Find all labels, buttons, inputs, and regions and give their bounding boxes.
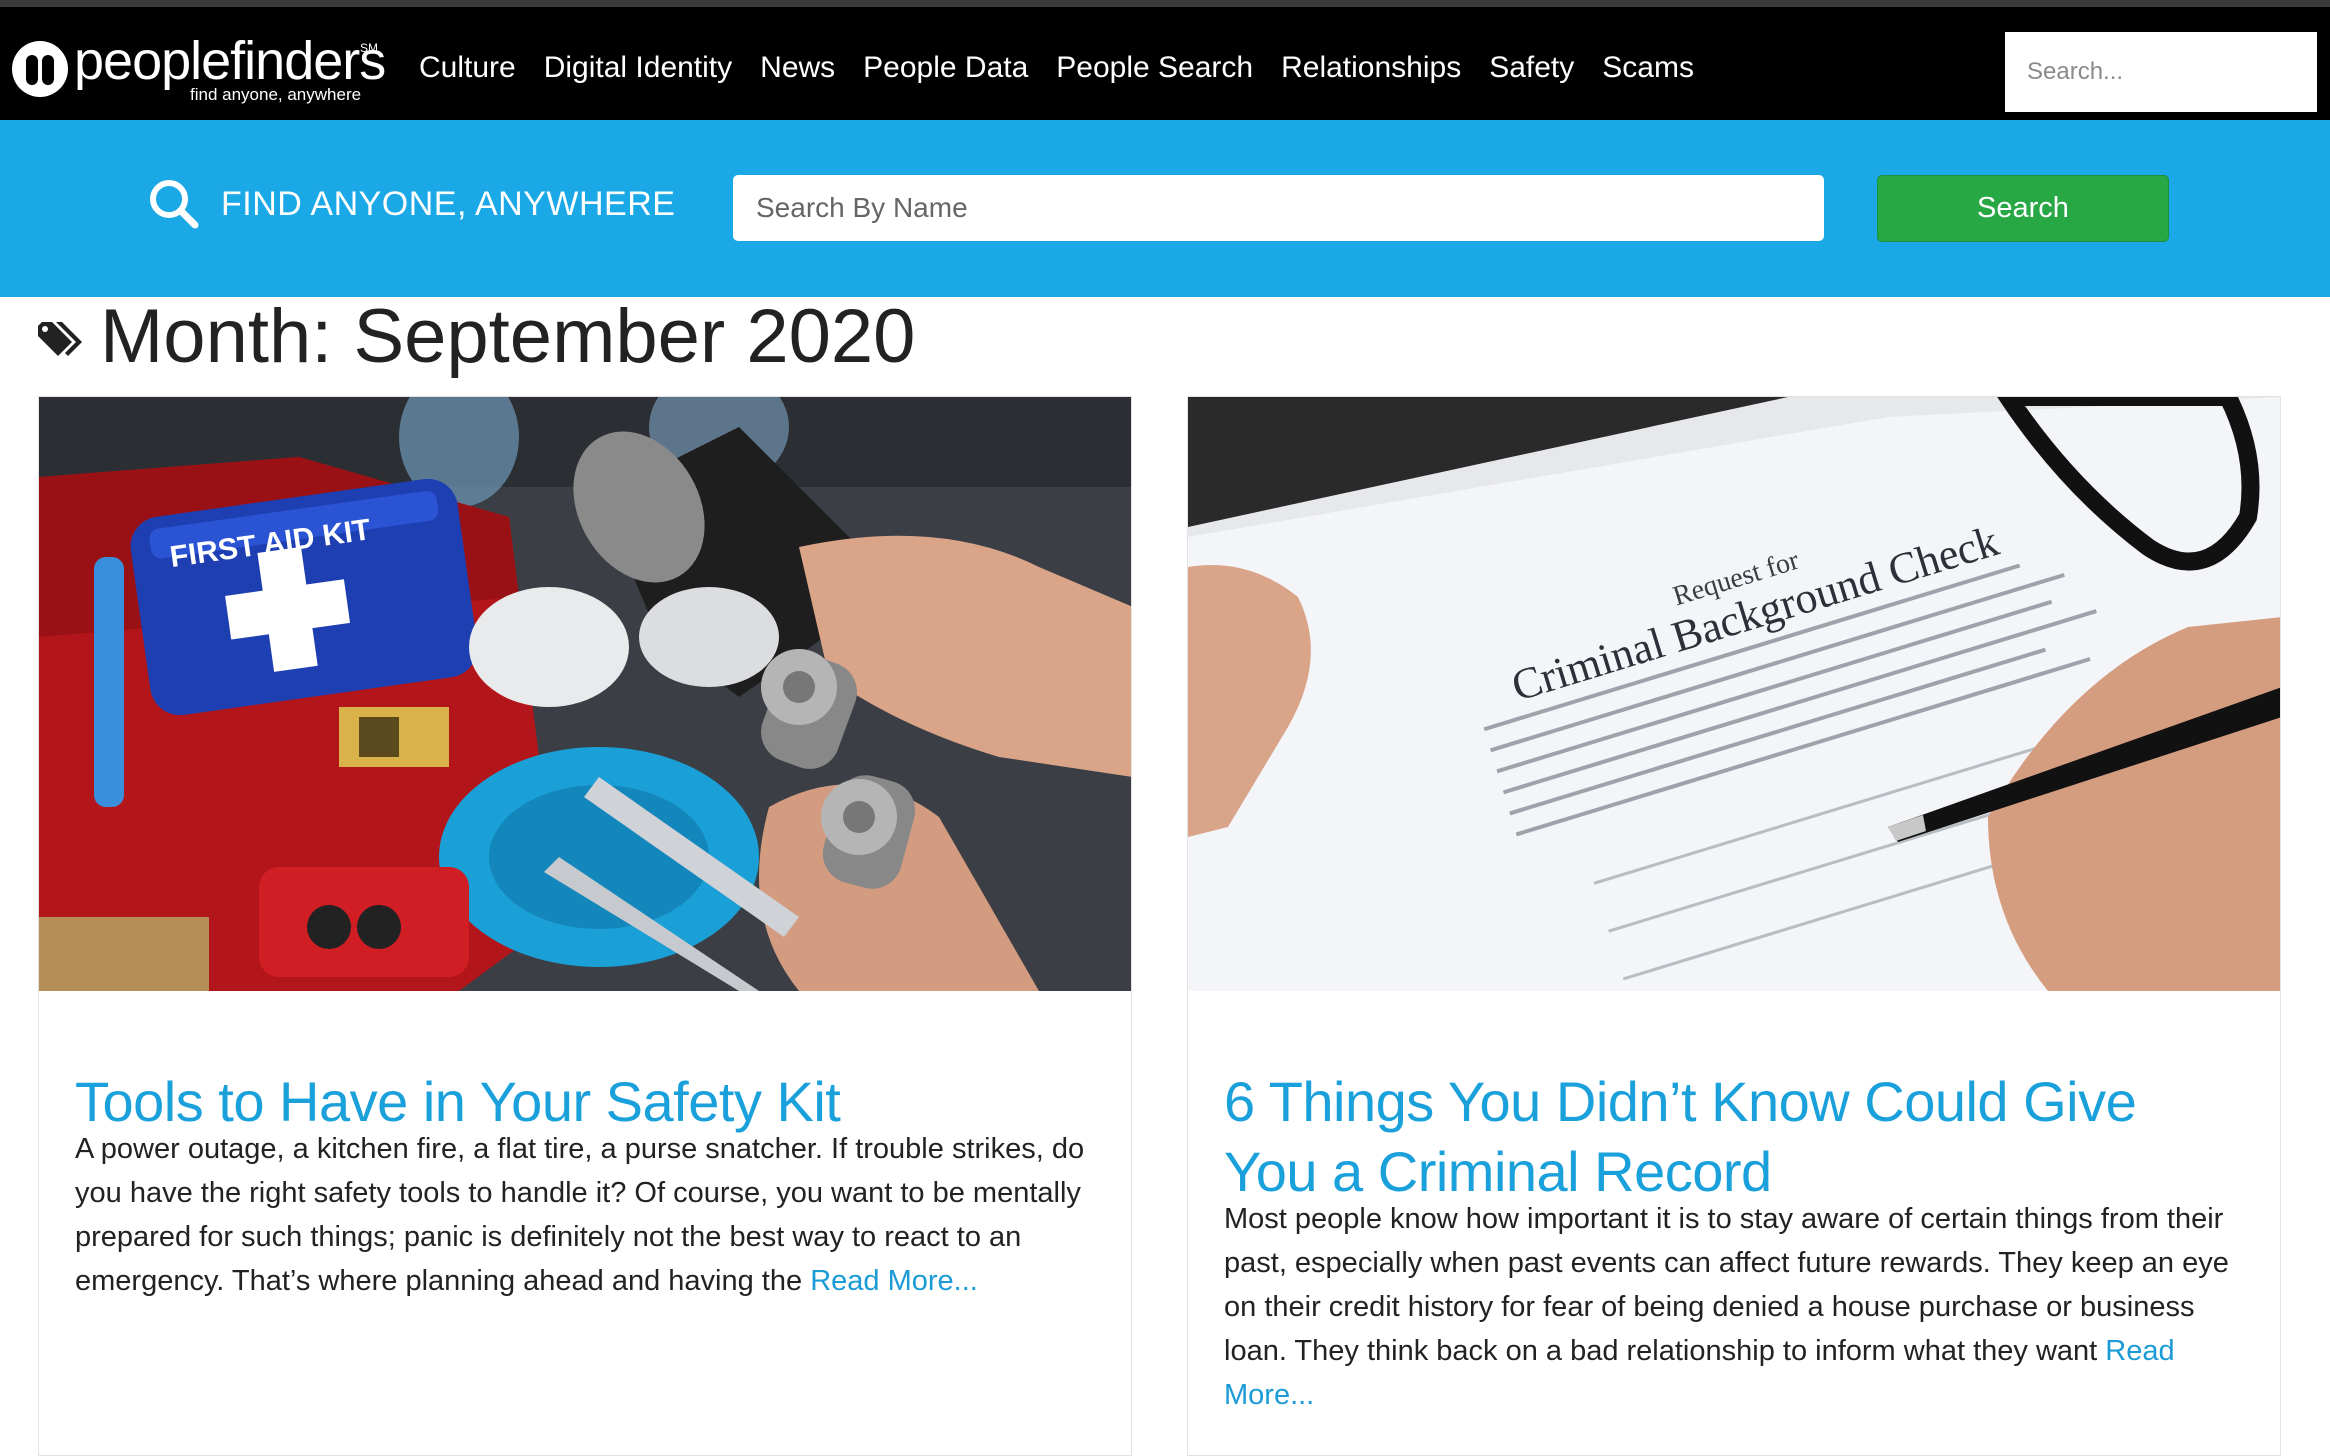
- search-by-name-input[interactable]: [733, 175, 1824, 241]
- background-check-illustration: Request for Criminal Background Check: [1188, 397, 2280, 991]
- logo-mark-icon: [12, 41, 68, 97]
- peoplefinders-logo[interactable]: peoplefinders SM find anyone, anywhere: [12, 31, 386, 111]
- post-title[interactable]: 6 Things You Didn’t Know Could Give You …: [1224, 1067, 2224, 1207]
- search-button[interactable]: Search: [1877, 175, 2169, 242]
- logo-service-mark: SM: [360, 41, 378, 55]
- nav-item-culture[interactable]: Culture: [405, 33, 530, 103]
- post-card: Request for Criminal Background Check 6 …: [1187, 396, 2281, 1456]
- site-search-input[interactable]: [2005, 32, 2317, 112]
- main-nav: Culture Digital Identity News People Dat…: [405, 33, 1708, 103]
- nav-item-people-search[interactable]: People Search: [1042, 33, 1267, 103]
- post-excerpt: Most people know how important it is to …: [1224, 1197, 2244, 1417]
- nav-item-digital-identity[interactable]: Digital Identity: [530, 33, 746, 103]
- post-card: FIRST AID KIT Tools to Have in Your Safe…: [38, 396, 1132, 1456]
- nav-item-safety[interactable]: Safety: [1475, 33, 1588, 103]
- read-more-link[interactable]: Read More...: [810, 1265, 978, 1297]
- logo-tagline: find anyone, anywhere: [190, 85, 362, 104]
- post-excerpt-text: Most people know how important it is to …: [1224, 1203, 2229, 1367]
- tags-icon: [38, 322, 82, 356]
- nav-item-people-data[interactable]: People Data: [849, 33, 1042, 103]
- page-title: Month: September 2020: [100, 294, 916, 379]
- search-icon: [150, 180, 199, 229]
- top-navigation-bar: peoplefinders SM find anyone, anywhere C…: [0, 0, 2330, 120]
- post-excerpt: A power outage, a kitchen fire, a flat t…: [75, 1127, 1095, 1303]
- nav-item-relationships[interactable]: Relationships: [1267, 33, 1475, 103]
- nav-item-news[interactable]: News: [746, 33, 849, 103]
- archive-heading: Month: September 2020: [36, 292, 915, 382]
- nav-item-scams[interactable]: Scams: [1588, 33, 1708, 103]
- post-image-background-check[interactable]: Request for Criminal Background Check: [1188, 397, 2280, 991]
- safety-kit-illustration: FIRST AID KIT: [39, 397, 1131, 991]
- logo-wordmark: peoplefinders: [74, 31, 386, 91]
- people-search-banner: FIND ANYONE, ANYWHERE Search: [0, 120, 2330, 297]
- banner-title: FIND ANYONE, ANYWHERE: [221, 185, 676, 223]
- post-image-safety-kit[interactable]: FIRST AID KIT: [39, 397, 1131, 991]
